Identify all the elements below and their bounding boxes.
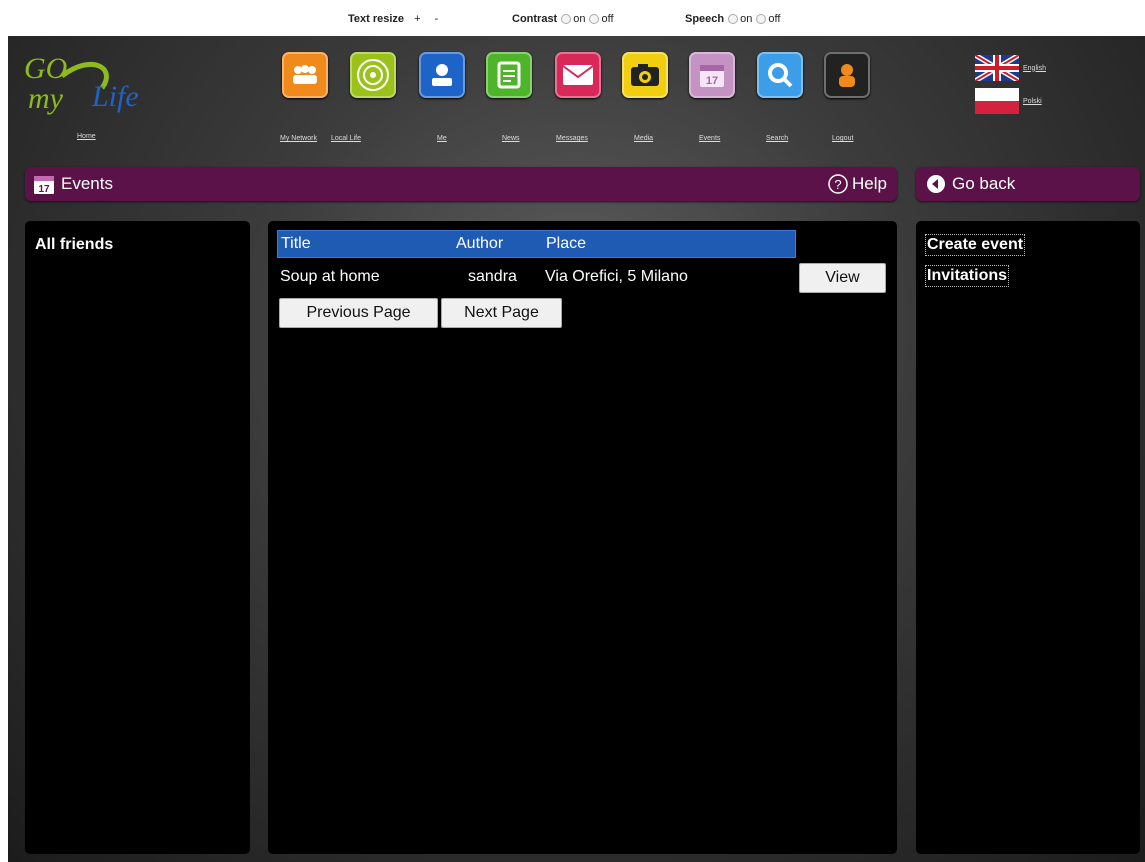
event-place-cell: Via Orefici, 5 Milano (545, 268, 688, 285)
help-label: Help (852, 174, 887, 193)
speech-off-label: off (768, 13, 781, 25)
nav-label-media[interactable]: Media (634, 135, 653, 142)
news-icon[interactable] (486, 52, 532, 98)
events-table-header: Title Author Place (277, 230, 796, 258)
accessibility-toolbar: Text resize + - Contrast on off Speech o… (0, 0, 1145, 36)
poland-flag-icon (975, 88, 1019, 114)
text-resize-control: Text resize + - (348, 13, 438, 25)
column-header-author: Author (456, 235, 504, 252)
language-polski[interactable]: Polski (975, 88, 1042, 114)
nav-label-search[interactable]: Search (766, 135, 788, 142)
language-polski-label: Polski (1023, 97, 1042, 105)
language-english-label: English (1023, 64, 1046, 72)
text-decrease-button[interactable]: - (435, 13, 439, 25)
help-icon: ? (828, 174, 848, 194)
logout-icon[interactable] (824, 52, 870, 98)
go-back-button[interactable]: Go back (916, 167, 1140, 201)
event-author-cell: sandra (468, 268, 517, 285)
contrast-on-label: on (573, 13, 586, 25)
nav-label-logout[interactable]: Logout (832, 135, 853, 142)
network-icon[interactable] (282, 52, 328, 98)
nav-label-local-life[interactable]: Local Life (331, 135, 361, 142)
help-button[interactable]: ? Help (828, 174, 887, 194)
nav-label-news[interactable]: News (502, 135, 520, 142)
column-header-place: Place (546, 235, 587, 252)
speech-off-radio[interactable] (756, 14, 767, 24)
svg-text:my: my (28, 82, 64, 115)
previous-page-button[interactable]: Previous Page (279, 298, 438, 328)
search-icon[interactable] (757, 52, 803, 98)
camera-icon[interactable] (622, 52, 668, 98)
contrast-on-radio[interactable] (561, 14, 572, 24)
profile-icon[interactable] (419, 52, 465, 98)
calendar-day-number: 17 (38, 184, 50, 195)
gomylife-logo[interactable]: GO my Life (22, 48, 172, 126)
right-panel (916, 221, 1140, 854)
uk-flag-icon (975, 55, 1019, 81)
left-panel (25, 221, 250, 854)
contrast-off-radio[interactable] (589, 14, 600, 24)
column-header-title: Title (281, 235, 311, 252)
events-section-bar: 17 Events ? Help (25, 167, 897, 201)
next-page-button[interactable]: Next Page (441, 298, 562, 328)
nav-label-messages[interactable]: Messages (556, 135, 588, 142)
page-title: Events (61, 174, 113, 193)
language-english[interactable]: English (975, 55, 1046, 81)
back-arrow-icon (927, 175, 945, 193)
text-resize-label: Text resize (348, 13, 405, 25)
mail-icon[interactable] (555, 52, 601, 98)
calendar-icon[interactable]: 17 (689, 52, 735, 98)
speech-label: Speech (685, 13, 725, 25)
create-event-link[interactable]: Create event (925, 234, 1026, 256)
svg-text:17: 17 (706, 75, 718, 87)
svg-text:?: ? (834, 177, 841, 192)
speech-on-radio[interactable] (728, 14, 739, 24)
calendar-small-icon: 17 (34, 176, 54, 195)
invitations-link[interactable]: Invitations (925, 265, 1010, 287)
nav-label-my-network[interactable]: My Network (280, 135, 317, 142)
view-event-button[interactable]: View (799, 263, 886, 293)
contrast-off-label: off (601, 13, 614, 25)
nav-label-events[interactable]: Events (699, 135, 720, 142)
local-life-icon[interactable] (350, 52, 396, 98)
svg-text:GO: GO (24, 52, 67, 85)
svg-text:Life: Life (91, 80, 139, 113)
all-friends-heading: All friends (35, 236, 114, 253)
home-link[interactable]: Home (77, 133, 96, 140)
contrast-control: Contrast on off (512, 13, 614, 25)
speech-on-label: on (740, 13, 753, 25)
contrast-label: Contrast (512, 13, 558, 25)
text-increase-button[interactable]: + (414, 13, 420, 25)
event-title-cell: Soup at home (280, 268, 380, 285)
speech-control: Speech on off (685, 13, 780, 25)
go-back-label: Go back (952, 174, 1016, 193)
nav-label-me[interactable]: Me (437, 135, 447, 142)
